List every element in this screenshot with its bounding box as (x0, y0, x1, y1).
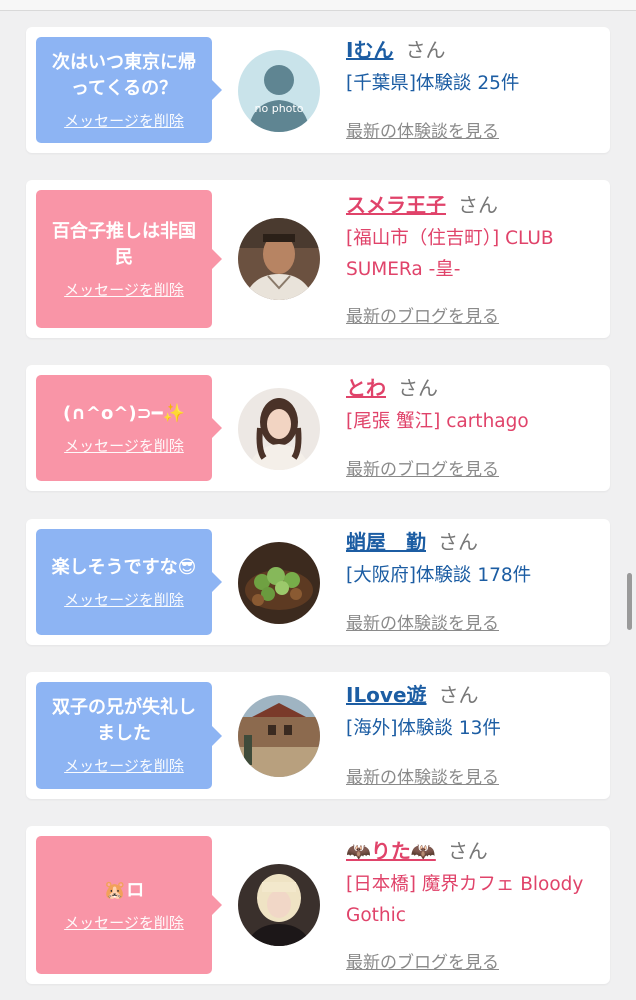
svg-text:no photo: no photo (255, 102, 304, 115)
user-name-link[interactable]: スメラ王子 (346, 193, 446, 217)
latest-link[interactable]: 最新のブログを見る (346, 455, 499, 480)
message-text: 次はいつ東京に帰ってくるの？ (52, 51, 196, 99)
delete-message-link[interactable]: メッセージを削除 (64, 279, 184, 300)
top-divider (0, 0, 636, 11)
message-text: 双子の兄が失礼しました (52, 697, 196, 744)
user-name-link[interactable]: ILove遊 (346, 683, 427, 707)
avatar[interactable] (238, 695, 320, 777)
message-card: 次はいつ東京に帰ってくるの？ メッセージを削除 no photo Iむん さん [… (26, 27, 610, 153)
honorific: さん (438, 530, 478, 554)
user-name-link[interactable]: とわ (346, 376, 386, 400)
message-card: 🐹ロ メッセージを削除 🦇りた🦇 さん [日本橋] 魔界カフェ Bloody Go… (26, 826, 610, 984)
delete-message-link[interactable]: メッセージを削除 (64, 755, 184, 776)
message-card: 百合子推しは非国民 メッセージを削除 スメラ王子 さん [福山市（住吉町）] CL… (26, 180, 610, 338)
user-subtitle: [日本橋] 魔界カフェ Bloody Gothic (346, 874, 584, 926)
message-text: 楽しそうですな😎 (51, 556, 197, 578)
user-name-link[interactable]: 蛸屋 勤 (346, 530, 426, 554)
message-card: 楽しそうですな😎 メッセージを削除 蛸屋 勤さん [大阪府]体験談 178件 最… (26, 519, 610, 645)
message-bubble: 🐹ロ メッセージを削除 (36, 836, 222, 974)
delete-message-link[interactable]: メッセージを削除 (64, 912, 184, 933)
user-subtitle: [福山市（住吉町）] CLUB SUMERa -皇- (346, 228, 554, 280)
latest-link[interactable]: 最新の体験談を見る (346, 609, 499, 634)
message-bubble: 百合子推しは非国民 メッセージを削除 (36, 190, 222, 328)
user-subtitle: [尾張 蟹江] carthago (346, 411, 529, 432)
user-subtitle: [大阪府]体験談 178件 (346, 565, 532, 586)
avatar[interactable]: no photo (238, 50, 320, 132)
honorific: さん (447, 839, 488, 863)
honorific: さん (438, 683, 479, 707)
latest-link[interactable]: 最新のブログを見る (346, 302, 499, 327)
message-bubble: 次はいつ東京に帰ってくるの？ メッセージを削除 (36, 37, 222, 143)
avatar[interactable] (238, 218, 320, 300)
message-text: 🐹ロ (103, 879, 145, 901)
scrollbar-thumb[interactable] (627, 573, 632, 630)
user-name-link[interactable]: 🦇りた🦇 (346, 839, 436, 863)
latest-link[interactable]: 最新の体験談を見る (346, 763, 499, 788)
delete-message-link[interactable]: メッセージを削除 (64, 110, 184, 131)
message-bubble: (∩^o^)⊃━✨ メッセージを削除 (36, 375, 222, 481)
avatar[interactable] (238, 388, 320, 470)
message-text: 百合子推しは非国民 (52, 220, 196, 268)
message-bubble: 楽しそうですな😎 メッセージを削除 (36, 529, 222, 635)
honorific: さん (398, 376, 438, 400)
latest-link[interactable]: 最新の体験談を見る (346, 117, 499, 142)
avatar[interactable] (238, 864, 320, 946)
latest-link[interactable]: 最新のブログを見る (346, 948, 499, 973)
honorific: さん (458, 193, 498, 217)
message-bubble: 双子の兄が失礼しました メッセージを削除 (36, 682, 222, 789)
honorific: さん (405, 38, 446, 62)
user-subtitle: [千葉県]体験談 25件 (346, 73, 520, 94)
user-name-link[interactable]: Iむん (346, 38, 393, 62)
delete-message-link[interactable]: メッセージを削除 (64, 589, 184, 610)
delete-message-link[interactable]: メッセージを削除 (64, 435, 184, 456)
message-card: (∩^o^)⊃━✨ メッセージを削除 とわ さん [尾張 蟹江] carthago… (26, 365, 610, 491)
user-subtitle: [海外]体験談 13件 (346, 718, 501, 739)
avatar[interactable] (238, 542, 320, 624)
message-card: 双子の兄が失礼しました メッセージを削除 ILove遊 さん [海外]体験談 13… (26, 672, 610, 799)
message-text: (∩^o^)⊃━✨ (63, 402, 185, 424)
